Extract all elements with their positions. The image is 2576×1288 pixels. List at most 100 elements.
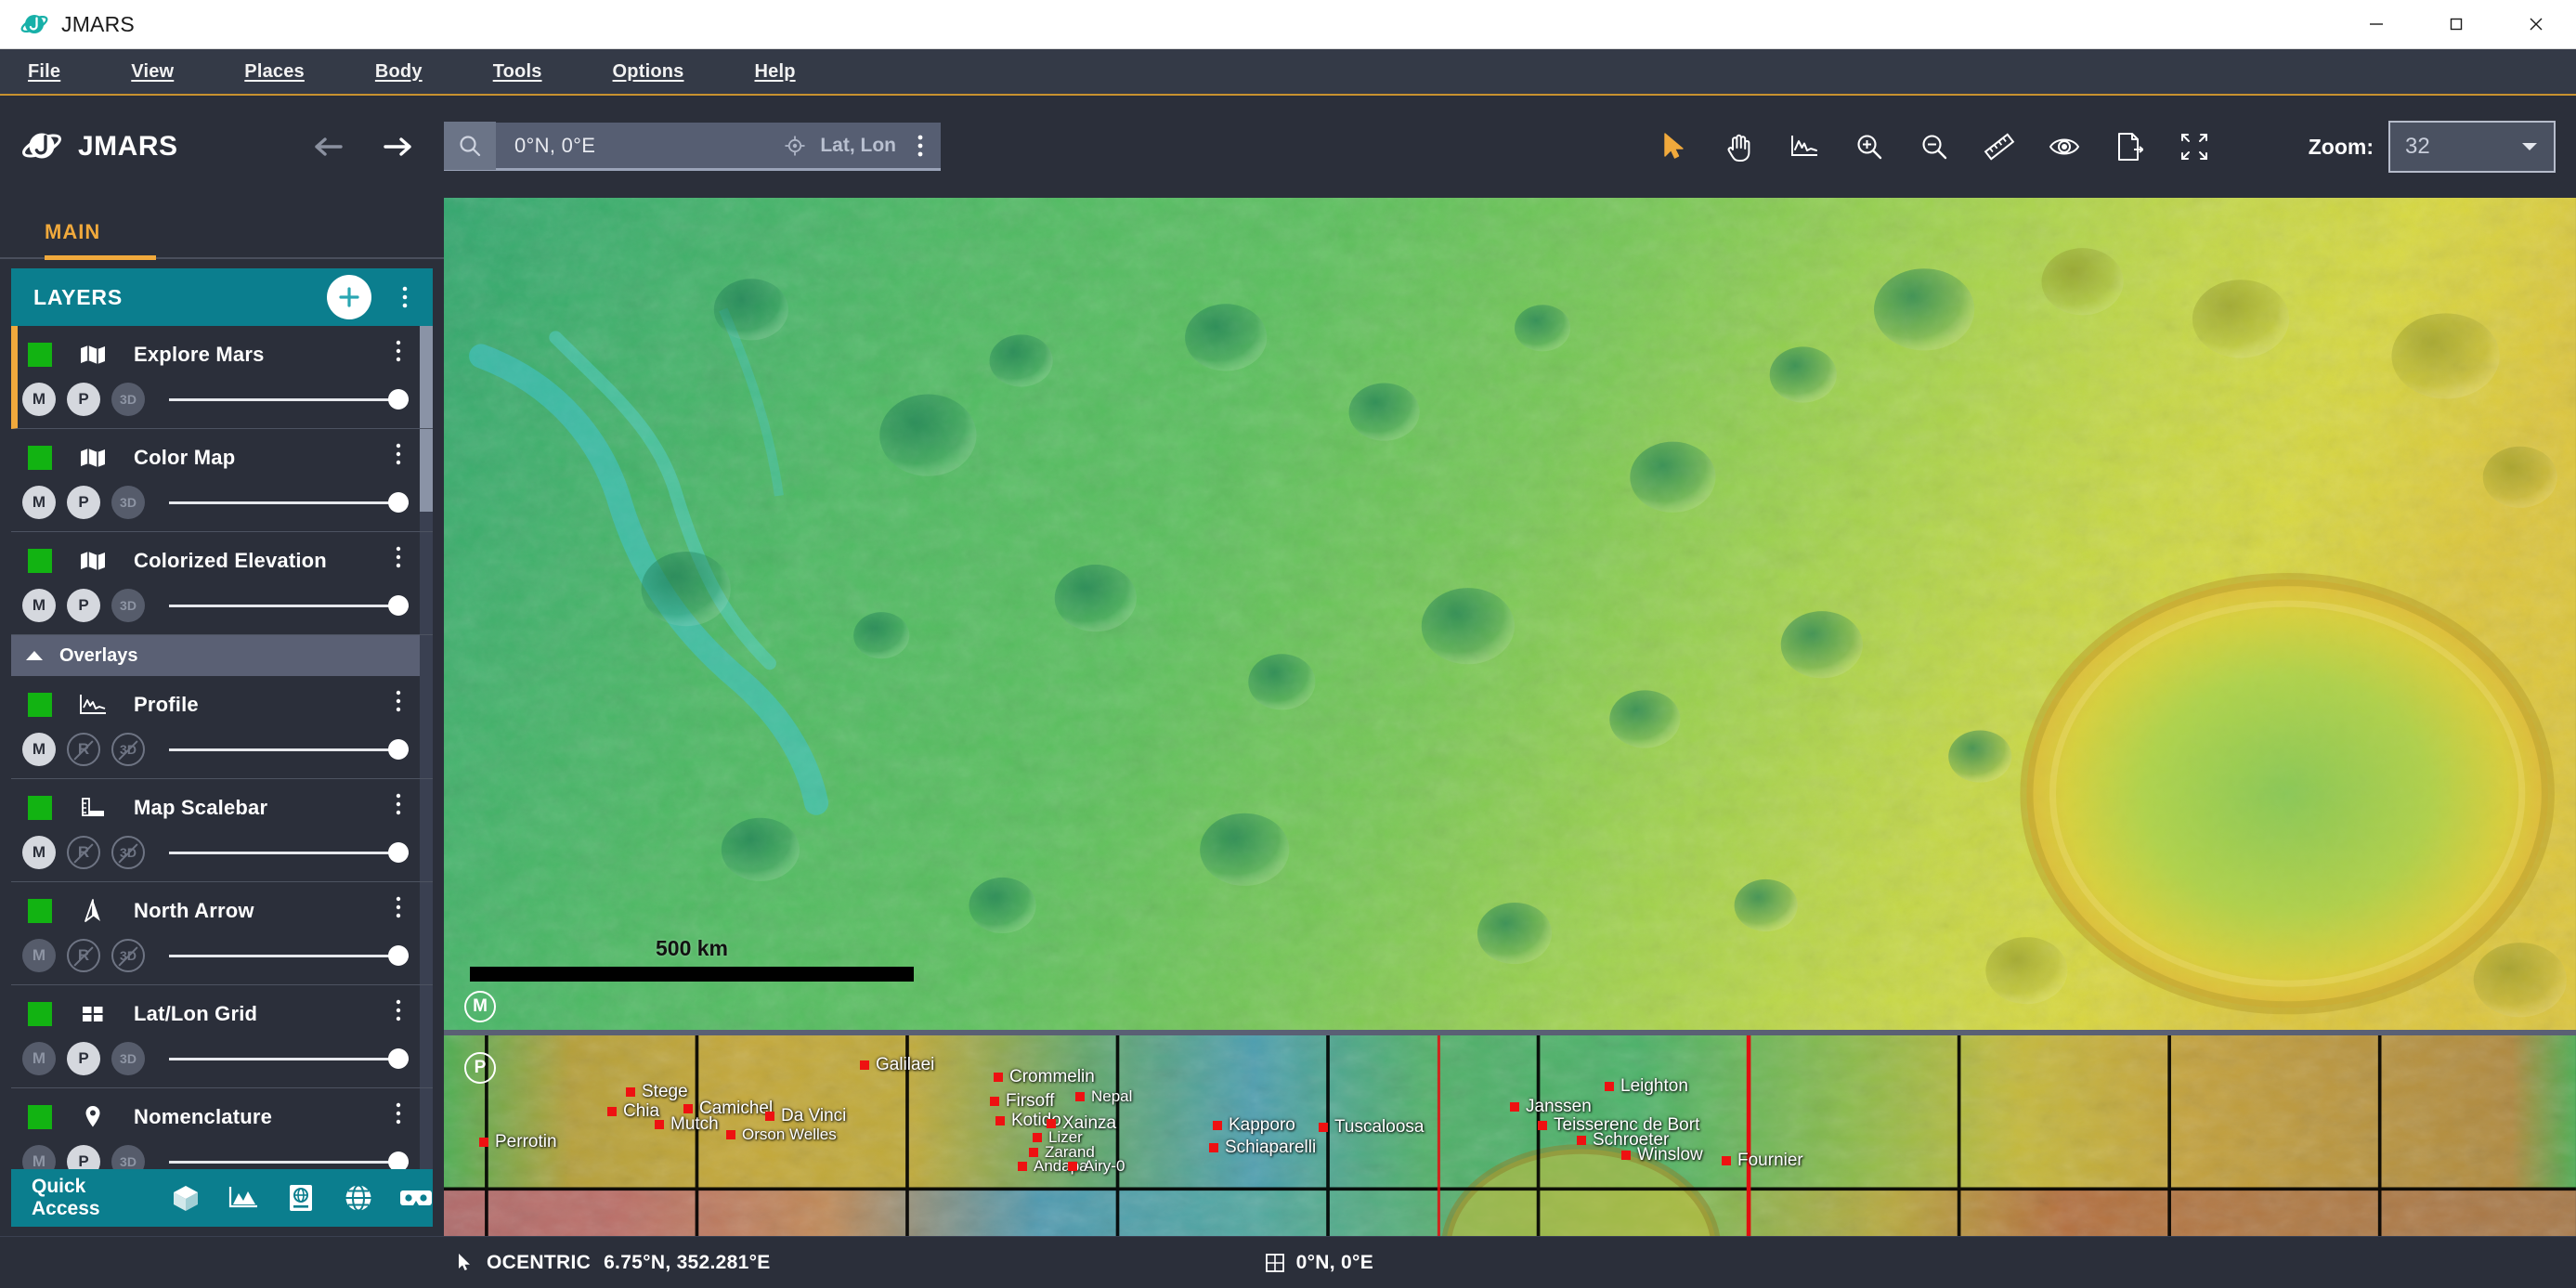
layer-3d-view-toggle[interactable]: 3D [111, 383, 145, 416]
layer-row[interactable]: Colorized Elevation M P 3D [11, 532, 433, 635]
hand-icon[interactable] [1718, 125, 1761, 168]
layer-main-view-toggle[interactable]: M [22, 1042, 56, 1075]
layer-visibility-checkbox[interactable] [28, 899, 52, 923]
layer-3d-view-toggle[interactable]: 3D [111, 1145, 145, 1169]
poi-marker[interactable]: Orson Welles [726, 1125, 837, 1144]
crosshair-icon[interactable] [777, 135, 813, 157]
layer-main-view-toggle[interactable]: M [22, 1145, 56, 1169]
layer-kebab-menu-icon[interactable] [386, 689, 410, 713]
menu-body[interactable]: Body [360, 61, 437, 83]
layer-panner-view-toggle[interactable]: P [67, 1042, 100, 1075]
layer-kebab-menu-icon[interactable] [386, 339, 410, 363]
search-kebab-menu-icon[interactable] [909, 133, 941, 159]
zoom-select[interactable]: 32 [2388, 121, 2556, 173]
layer-kebab-menu-icon[interactable] [386, 545, 410, 569]
layer-row[interactable]: Map Scalebar M R 3D [11, 779, 433, 882]
cube-3d-icon[interactable] [169, 1181, 202, 1215]
slider-knob[interactable] [388, 842, 409, 863]
eye-icon[interactable] [2043, 125, 2086, 168]
layer-row[interactable]: Profile M R 3D [11, 676, 433, 779]
cursor-arrow-icon[interactable] [1653, 125, 1696, 168]
search-bar[interactable]: 0°N, 0°E Lat, Lon [444, 121, 941, 171]
layer-kebab-menu-icon[interactable] [386, 442, 410, 466]
poi-marker[interactable]: Fournier [1722, 1151, 1803, 1171]
layer-main-view-toggle[interactable]: M [22, 939, 56, 972]
slider-knob[interactable] [388, 389, 409, 410]
mars-elevation-map[interactable] [444, 198, 2576, 1030]
window-maximize-button[interactable] [2416, 0, 2496, 48]
layer-row[interactable]: Color Map M P 3D [11, 429, 433, 532]
layer-row[interactable]: Explore Mars M P 3D [11, 326, 433, 429]
arrow-left-icon[interactable] [310, 128, 347, 165]
menu-tools[interactable]: Tools [478, 61, 557, 83]
layer-row[interactable]: Lat/Lon Grid M P 3D [11, 985, 433, 1088]
poi-marker[interactable]: Kapporo [1213, 1115, 1295, 1136]
export-page-icon[interactable] [2108, 125, 2151, 168]
slider-knob[interactable] [388, 595, 409, 616]
layer-visibility-checkbox[interactable] [28, 1002, 52, 1026]
layer-visibility-checkbox[interactable] [28, 446, 52, 470]
layer-main-view-toggle[interactable]: M [22, 383, 56, 416]
window-minimize-button[interactable] [2336, 0, 2416, 48]
panner-view[interactable]: P Perrotin Stege Chia Mutch Camichel Da … [444, 1030, 2576, 1236]
layer-3d-view-toggle[interactable]: 3D [111, 486, 145, 519]
layer-panner-view-toggle[interactable]: P [67, 589, 100, 622]
slider-knob[interactable] [388, 1048, 409, 1069]
search-mode-label[interactable]: Lat, Lon [813, 135, 909, 157]
poi-marker[interactable]: Camichel [683, 1099, 773, 1119]
search-input[interactable]: 0°N, 0°E [496, 134, 777, 158]
slider-knob[interactable] [388, 492, 409, 513]
layer-kebab-menu-icon[interactable] [386, 998, 410, 1022]
layer-main-view-toggle[interactable]: M [22, 733, 56, 766]
poi-marker[interactable]: Chia [607, 1101, 659, 1122]
poi-marker[interactable]: Airy-0 [1068, 1157, 1125, 1176]
poi-marker[interactable]: Tuscaloosa [1319, 1117, 1424, 1138]
layer-panner-view-toggle[interactable]: P [67, 383, 100, 416]
layer-main-view-toggle[interactable]: M [22, 836, 56, 869]
layer-panner-view-toggle[interactable]: P [67, 486, 100, 519]
layer-opacity-slider[interactable] [169, 836, 409, 869]
arrow-right-icon[interactable] [379, 128, 416, 165]
window-close-button[interactable] [2496, 0, 2576, 48]
poi-marker[interactable]: Da Vinci [765, 1106, 846, 1126]
poi-marker[interactable]: Firsoff [990, 1091, 1054, 1112]
collapse-arrows-icon[interactable] [2173, 125, 2216, 168]
layer-visibility-checkbox[interactable] [28, 343, 52, 367]
layer-opacity-slider[interactable] [169, 589, 409, 622]
layers-kebab-menu-icon[interactable] [392, 284, 418, 310]
layer-kebab-menu-icon[interactable] [386, 792, 410, 816]
add-layer-button[interactable] [327, 275, 371, 319]
caret-up-icon[interactable] [24, 649, 45, 662]
layer-visibility-checkbox[interactable] [28, 549, 52, 573]
menu-help[interactable]: Help [740, 61, 811, 83]
poi-marker[interactable]: Leighton [1605, 1076, 1688, 1097]
poi-marker[interactable]: Winslow [1621, 1145, 1703, 1165]
layer-row[interactable]: Nomenclature M P 3D [11, 1088, 433, 1169]
poi-marker[interactable]: Schiaparelli [1209, 1138, 1316, 1158]
layer-3d-view-toggle[interactable]: 3D [111, 589, 145, 622]
slider-knob[interactable] [388, 1151, 409, 1169]
layer-opacity-slider[interactable] [169, 486, 409, 519]
zoom-in-icon[interactable] [1848, 125, 1891, 168]
layer-opacity-slider[interactable] [169, 939, 409, 972]
atlas-book-icon[interactable] [284, 1181, 318, 1215]
globe-icon[interactable] [342, 1181, 375, 1215]
layer-visibility-checkbox[interactable] [28, 1105, 52, 1129]
menu-options[interactable]: Options [598, 61, 699, 83]
zoom-out-icon[interactable] [1913, 125, 1956, 168]
poi-marker[interactable]: Stege [626, 1082, 688, 1102]
layer-kebab-menu-icon[interactable] [386, 895, 410, 919]
profile-chart-icon[interactable] [1783, 125, 1826, 168]
layer-opacity-slider[interactable] [169, 1145, 409, 1169]
poi-marker[interactable]: Galilaei [860, 1055, 934, 1075]
poi-marker[interactable]: Nepal [1075, 1087, 1132, 1106]
ruler-icon[interactable] [1978, 125, 2021, 168]
poi-marker[interactable]: Crommelin [994, 1067, 1095, 1087]
poi-marker[interactable]: Perrotin [479, 1132, 557, 1152]
layer-visibility-checkbox[interactable] [28, 796, 52, 820]
slider-knob[interactable] [388, 739, 409, 760]
menu-view[interactable]: View [116, 61, 189, 83]
vr-goggles-icon[interactable] [399, 1181, 433, 1215]
layer-row[interactable]: North Arrow M R 3D [11, 882, 433, 985]
tab-main[interactable]: MAIN [45, 220, 156, 260]
